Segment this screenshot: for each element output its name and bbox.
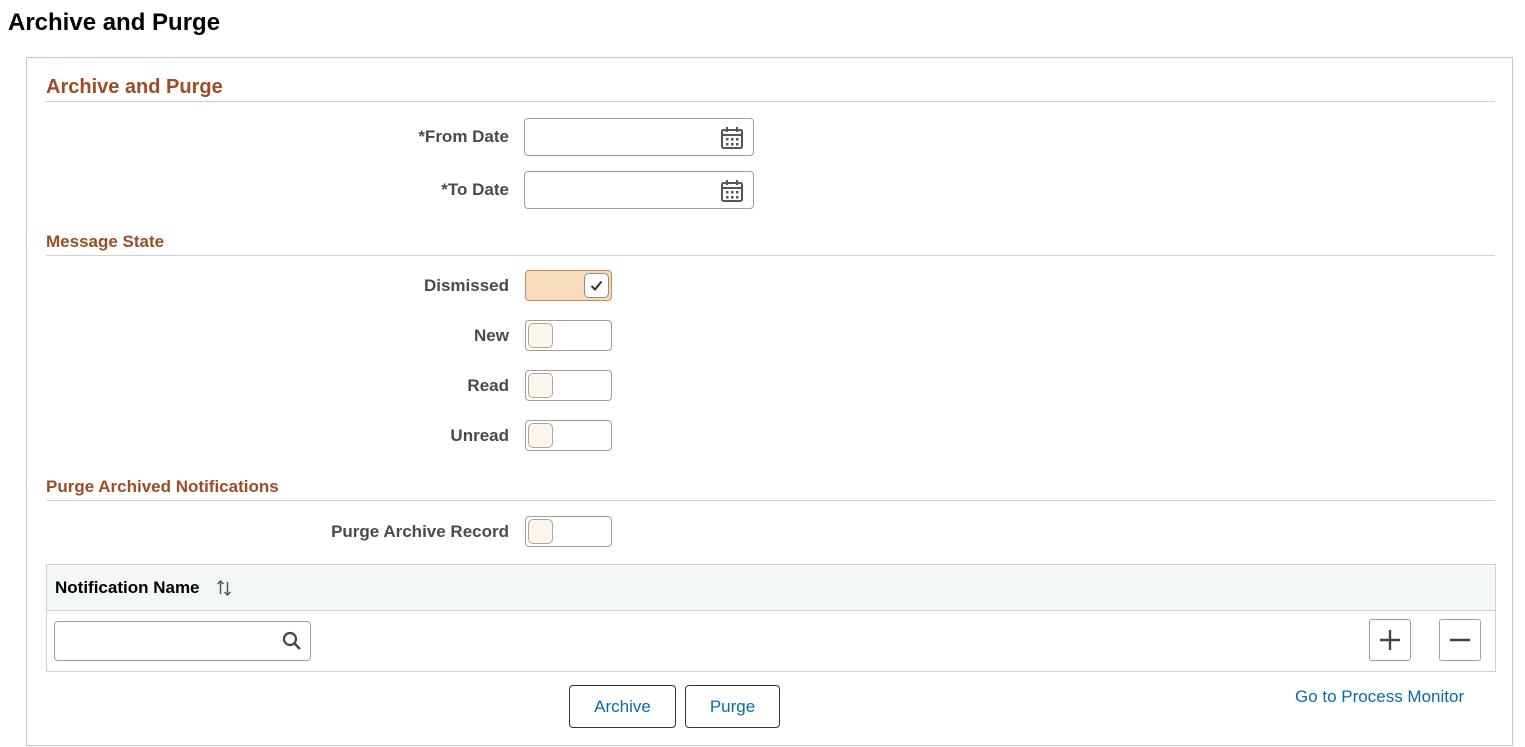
purge-archive-record-toggle[interactable] [525,516,612,547]
read-label: Read [467,376,509,395]
dismissed-label: Dismissed [423,276,509,295]
notification-name-column-header[interactable]: Notification Name [55,578,200,598]
from-date-field[interactable] [524,118,754,156]
section-purge-archived: Purge Archived Notifications [46,477,1495,501]
section-title: Archive and Purge [46,76,223,98]
to-date-field[interactable] [524,171,754,209]
toggle-knob [528,423,553,448]
new-toggle[interactable] [525,320,612,351]
section-title: Purge Archived Notifications [46,477,279,496]
grid-header: Notification Name [47,565,1495,611]
archive-purge-panel: Archive and Purge *From Date *To Date Me… [26,57,1513,746]
toggle-knob [584,273,609,298]
plus-icon [1380,630,1400,650]
purge-archive-record-label: Purge Archive Record [331,522,509,541]
check-icon [590,280,603,291]
delete-row-button[interactable] [1439,619,1481,661]
archive-button[interactable]: Archive [569,685,676,728]
from-date-label: *From Date [418,127,509,146]
section-archive-purge: Archive and Purge [46,76,1495,102]
notification-name-search-input[interactable] [54,621,311,661]
toggle-knob [528,519,553,544]
new-label: New [474,326,509,345]
section-message-state: Message State [46,232,1495,256]
sort-icon[interactable] [216,579,232,597]
to-date-label: *To Date [441,180,509,199]
unread-label: Unread [450,426,509,445]
search-icon[interactable] [282,631,302,651]
dismissed-toggle[interactable] [525,270,612,301]
add-row-button[interactable] [1369,619,1411,661]
page-title: Archive and Purge [8,9,221,36]
toggle-knob [528,323,553,348]
process-monitor-link[interactable]: Go to Process Monitor [1295,687,1464,707]
purge-button[interactable]: Purge [685,685,780,728]
notification-grid: Notification Name [46,564,1496,672]
read-toggle[interactable] [525,370,612,401]
unread-toggle[interactable] [525,420,612,451]
calendar-icon[interactable] [720,126,744,150]
toggle-knob [528,373,553,398]
section-title: Message State [46,232,165,251]
minus-icon [1450,638,1470,642]
calendar-icon[interactable] [720,179,744,203]
